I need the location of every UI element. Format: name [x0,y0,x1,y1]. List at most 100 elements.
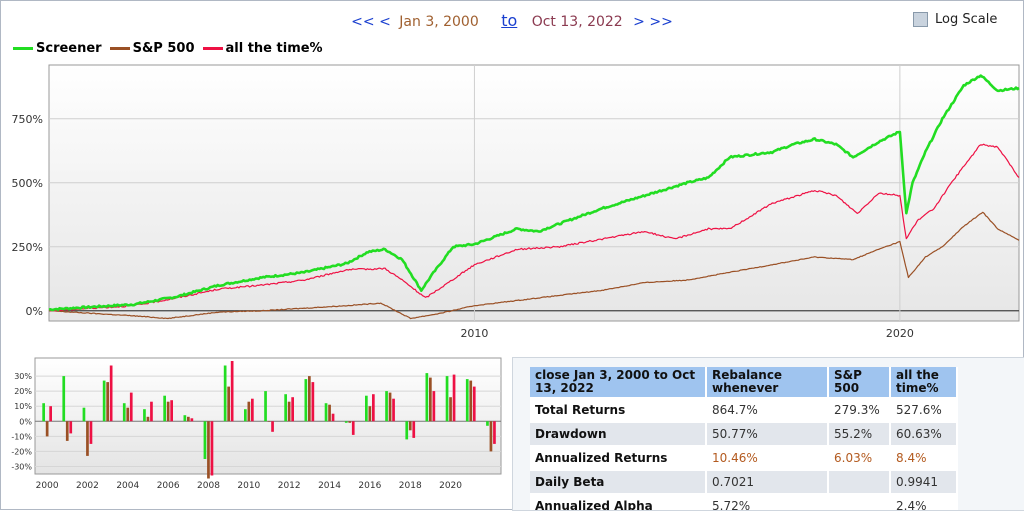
bar-s-p-500-2004 [126,407,130,422]
stats-cell [828,469,891,494]
start-date[interactable]: Jan 3, 2000 [399,14,478,30]
log-scale-checkbox[interactable] [913,12,928,27]
stats-table: close Jan 3, 2000 to Oct 13, 2022 Rebala… [530,367,958,510]
bar-screener-2003 [102,380,106,422]
bar-all-the-time-2022 [493,421,496,444]
legend-item-sp500[interactable]: S&P 500 [109,41,195,56]
bar-s-p-500-2001 [65,421,69,441]
bar-screener-2022 [486,421,489,426]
bar-all-the-time-2009 [230,361,234,422]
bar-s-p-500-2010 [247,401,251,422]
date-range-nav: << < Jan 3, 2000 to Oct 13, 2022 > >> [1,11,1023,31]
bar-all-the-time-2020 [452,374,456,422]
bar-all-the-time-2014 [331,413,335,422]
legend-label-screener: Screener [36,41,102,56]
bar-x-tick-label-2016: 2016 [358,481,381,491]
stats-cell: 6.03% [828,445,891,470]
end-date[interactable]: Oct 13, 2022 [532,14,623,30]
bar-all-the-time-2015 [351,421,355,435]
bar-s-p-500-2000 [45,421,49,437]
stats-cell: 864.7% [706,397,829,422]
stats-cell: 60.63% [890,421,958,446]
legend-swatch-sp500 [109,47,130,50]
stats-header-sp500: S&P 500 [828,367,891,398]
stats-row-label: Annualized Returns [530,445,707,470]
stats-row-label: Drawdown [530,421,707,446]
stats-cell: 50.77% [706,421,829,446]
bar-s-p-500-2017 [388,392,392,422]
prev-period-link[interactable]: << < [351,14,391,30]
stats-header-rebalance: Rebalance whenever [706,367,829,398]
bar-s-p-500-2009 [227,386,230,422]
stats-row-label: Daily Beta [530,469,707,494]
bar-screener-2005 [143,409,146,422]
stats-row-label: Total Returns [530,397,707,422]
stats-header-row: close Jan 3, 2000 to Oct 13, 2022 Rebala… [530,367,958,398]
bar-x-tick-label-2018: 2018 [399,481,422,491]
next-period-link[interactable]: > >> [633,14,673,30]
bar-y-tick-label-30: -30% [11,462,32,471]
plot-area [48,64,1020,322]
to-link[interactable]: to [501,11,517,30]
bar-all-the-time-2000 [49,406,52,422]
bar-screener-2001 [62,376,66,422]
bar-all-the-time-2012 [291,397,294,422]
bar-x-tick-label-2020: 2020 [439,481,462,491]
stats-row-daily-beta: Daily Beta 0.7021 0.9941 [530,469,958,494]
bar-s-p-500-2016 [368,406,372,422]
legend-label-all-the-time: all the time% [225,41,323,56]
bar-s-p-500-2011 [267,421,271,422]
log-scale-toggle[interactable]: Log Scale [913,12,997,27]
stats-row-total-returns: Total Returns 864.7% 279.3% 527.6% [530,397,958,422]
bar-screener-2015 [344,421,348,423]
stats-cell: 2.4% [890,493,958,510]
bar-y-tick-label-10: -10% [11,432,32,441]
bar-all-the-time-2019 [432,391,436,422]
performance-line-chart[interactable]: 0% 250% 500% 750% 2010 2020 [1,63,1023,345]
bar-screener-2000 [42,403,45,422]
bar-y-tick-label-10: 10% [14,402,32,411]
bar-all-the-time-2013 [311,382,315,422]
bar-y-tick-label-0: 0% [19,417,32,426]
bar-x-tick-label-2004: 2004 [116,481,139,491]
stats-cell: 0.7021 [706,469,829,494]
bar-s-p-500-2006 [166,401,170,422]
y-tick-label-250: 250% [12,241,43,254]
bar-s-p-500-2012 [287,401,291,422]
bar-all-the-time-2001 [69,421,73,434]
stats-cell [828,493,891,510]
stats-cell: 55.2% [828,421,891,446]
stats-cell: 5.72% [706,493,829,510]
bar-s-p-500-2018 [408,421,412,431]
bar-x-tick-label-2014: 2014 [318,481,341,491]
bar-x-tick-label-2012: 2012 [278,481,301,491]
legend-item-screener[interactable]: Screener [13,41,102,56]
annual-returns-bar-chart[interactable]: 30% 20% 10% 0% -10% -20% -30% 2000 2002 2004 2006 2… [5,356,505,504]
bar-all-the-time-2002 [89,421,93,444]
bar-screener-2012 [284,394,287,422]
bar-screener-2018 [405,421,409,440]
bar-y-tick-label-20: -20% [11,447,32,456]
bar-all-the-time-2011 [271,421,274,432]
stats-row-label: Annualized Alpha [530,493,707,510]
bar-all-the-time-2017 [392,398,395,422]
bar-x-tick-label-2002: 2002 [76,481,99,491]
x-tick-label-2020: 2020 [886,327,914,340]
bar-all-the-time-2018 [412,421,416,438]
bar-all-the-time-2004 [129,392,133,422]
bar-s-p-500-2008 [207,421,210,479]
x-tick-label-2010: 2010 [460,327,488,340]
stats-cell: 8.4% [890,445,958,470]
bar-screener-2009 [223,365,227,422]
stats-cell: 527.6% [890,397,958,422]
bar-screener-2016 [365,395,368,422]
bar-s-p-500-2005 [146,416,150,422]
bar-s-p-500-2020 [449,397,452,422]
legend-swatch-all-the-time [202,47,223,50]
bar-all-the-time-2006 [170,400,173,422]
bar-s-p-500-2022 [489,421,493,452]
bar-screener-2013 [304,379,308,422]
legend-item-all-the-time[interactable]: all the time% [202,41,323,56]
stats-row-annualized-returns: Annualized Returns 10.46% 6.03% 8.4% [530,445,958,470]
bar-all-the-time-2003 [109,365,113,422]
